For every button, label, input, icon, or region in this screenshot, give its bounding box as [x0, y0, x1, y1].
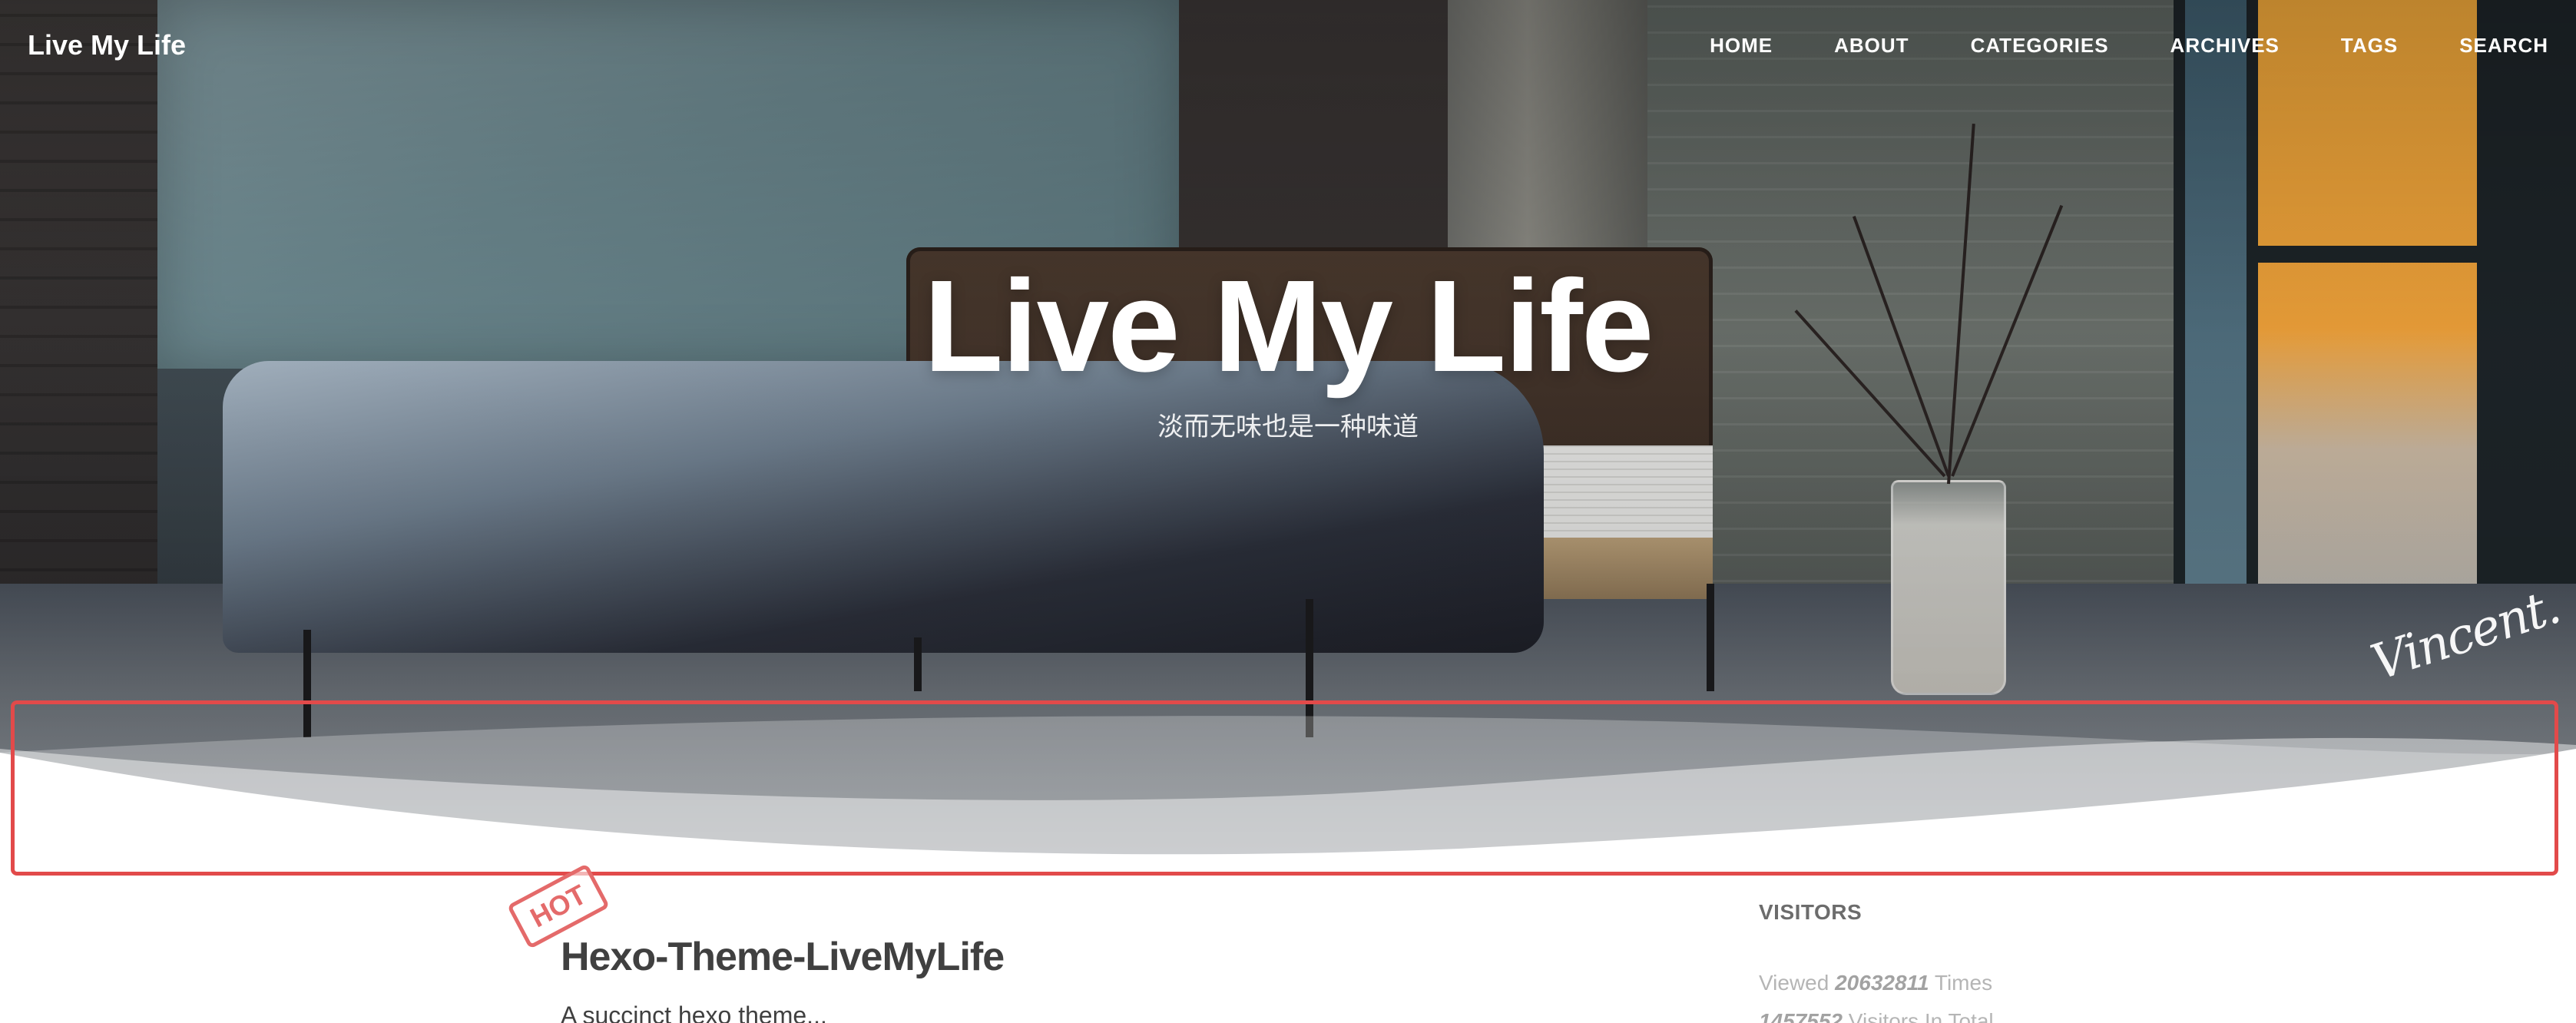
visitors-heading: VISITORS [1759, 900, 1862, 924]
views-prefix: Viewed [1759, 971, 1829, 995]
nav-link-search[interactable]: SEARCH [2459, 34, 2548, 58]
nav-link-tags[interactable]: TAGS [2341, 34, 2398, 58]
views-count: 20632811 [1835, 971, 1929, 995]
top-navbar: Live My Life HOME ABOUT CATEGORIES ARCHI… [0, 0, 2576, 91]
post-title-link[interactable]: Hexo-Theme-LiveMyLife [561, 934, 1636, 980]
post-subtitle: A succinct hexo theme... [561, 1001, 827, 1023]
views-suffix: Times [1934, 971, 1993, 995]
nav-link-about[interactable]: ABOUT [1834, 34, 1909, 58]
views-stat: Viewed 20632811 Times [1759, 971, 2220, 995]
hero-header: Vincent. Live My Life HOME ABOUT CATEGOR… [0, 0, 2576, 860]
hero-wave-divider [0, 716, 2576, 860]
page: Vincent. Live My Life HOME ABOUT CATEGOR… [0, 0, 2576, 1023]
site-subtitle: 淡而无味也是一种味道 [1157, 412, 1419, 442]
visitors-count: 1457552 [1759, 1009, 1843, 1023]
site-title: Live My Life [923, 253, 1654, 399]
post-preview: HOT Hexo-Theme-LiveMyLife A succinct hex… [506, 863, 1636, 1023]
site-heading: Live My Life 淡而无味也是一种味道 [0, 261, 2576, 443]
nav-links: HOME ABOUT CATEGORIES ARCHIVES TAGS SEAR… [1648, 34, 2548, 58]
visitors-sidebar: VISITORS Viewed 20632811 Times 1457552 V… [1759, 900, 2220, 1023]
nav-link-home[interactable]: HOME [1710, 34, 1773, 58]
nav-link-categories[interactable]: CATEGORIES [1971, 34, 2109, 58]
nav-link-archives[interactable]: ARCHIVES [2170, 34, 2280, 58]
visitors-suffix: Visitors In Total [1848, 1009, 1994, 1023]
visitors-stat: 1457552 Visitors In Total [1759, 1009, 2220, 1023]
brand-link[interactable]: Live My Life [28, 29, 186, 61]
